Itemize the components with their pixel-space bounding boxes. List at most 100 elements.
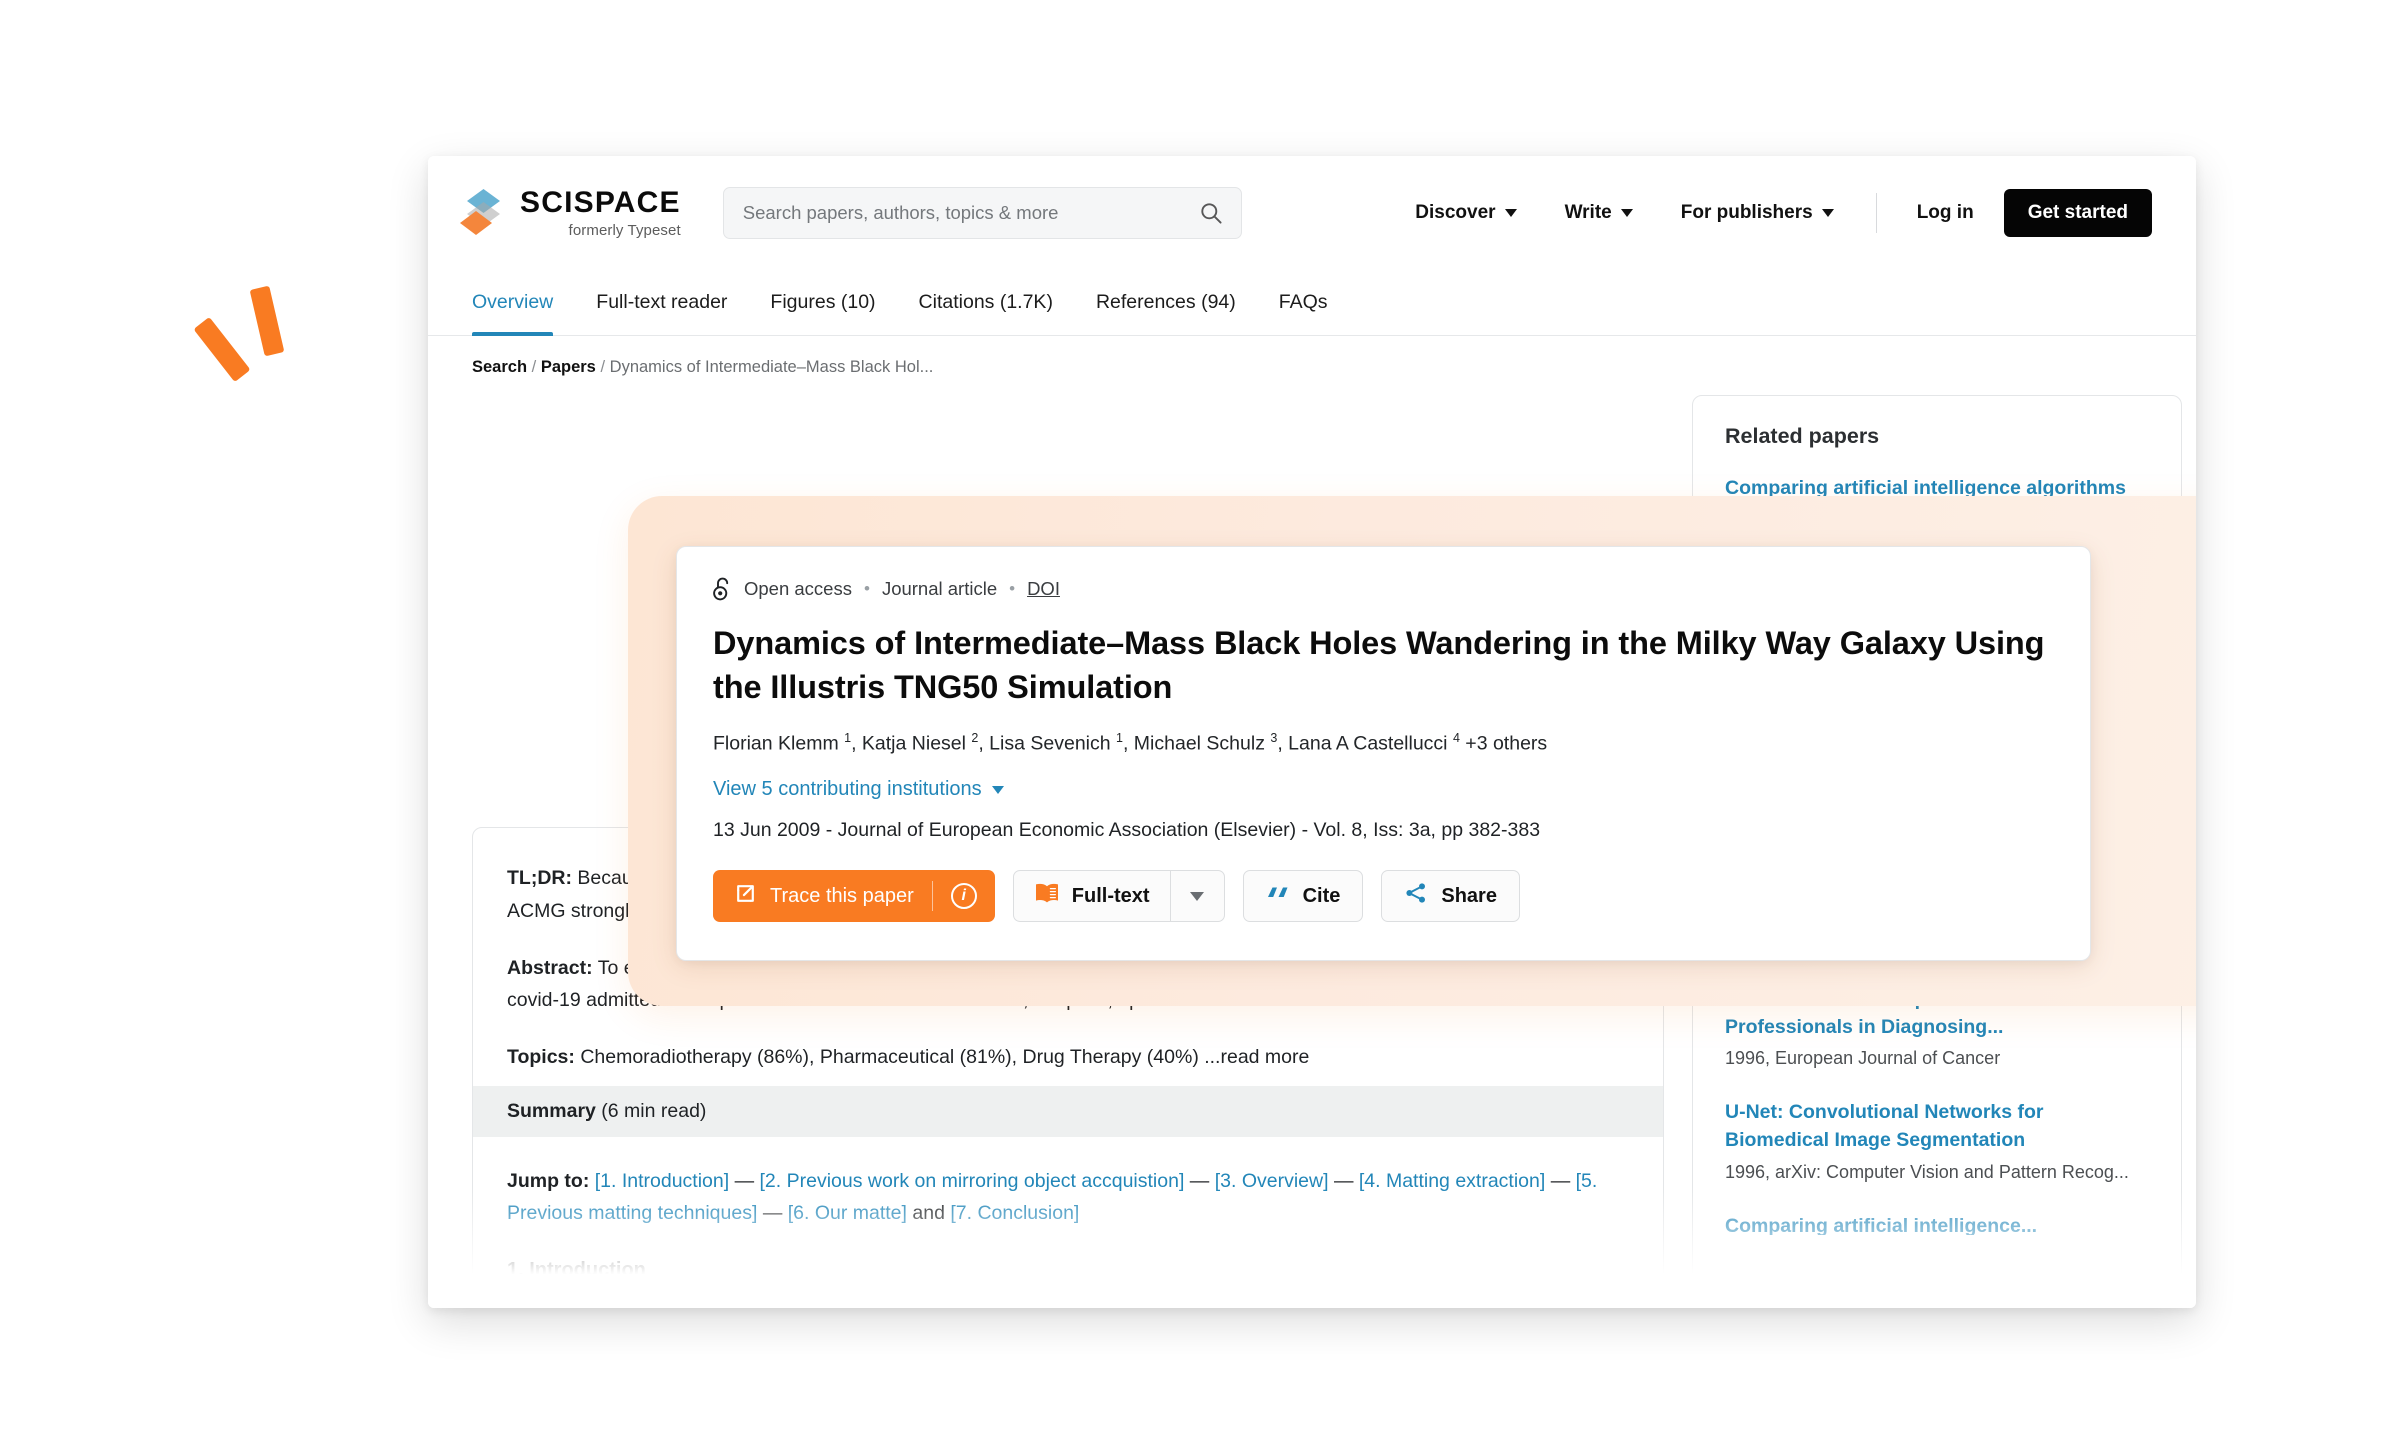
trace-this-paper-label: Trace this paper (770, 884, 914, 907)
brand-tagline: formerly Typeset (568, 221, 681, 239)
summary-bar: Summary (6 min read) (473, 1085, 1663, 1137)
site-header: SCISPACE formerly Typeset Discover Write (428, 156, 2196, 270)
tldr-label: TL;DR: (507, 867, 572, 889)
jump-link-6[interactable]: [6. Our matte] (788, 1202, 907, 1224)
nav-item-for-publishers[interactable]: For publishers (1657, 192, 1858, 234)
chevron-down-icon (1821, 209, 1834, 217)
related-paper-meta: 1996, European Journal of Cancer (1725, 1048, 2001, 1069)
nav-divider (1875, 193, 1877, 233)
full-text-label: Full-text (1071, 884, 1150, 907)
breadcrumb-current: Dynamics of Intermediate–Mass Black Hol.… (609, 358, 934, 376)
jump-separator: — (762, 1201, 783, 1224)
decorative-tick-icon (249, 285, 285, 357)
breadcrumb: Search / Papers / Dynamics of Intermedia… (472, 336, 2152, 395)
section-heading-introduction: 1. Introduction (507, 1259, 646, 1282)
share-label: Share (1441, 884, 1497, 907)
book-icon (1034, 882, 1060, 910)
paper-header-card-wrapper: Open access • Journal article • DOI Dyna… (676, 546, 2091, 962)
jump-separator: — (1189, 1169, 1210, 1192)
jump-separator: — (1333, 1169, 1354, 1192)
brand-name: SCISPACE (520, 186, 681, 219)
tab-full-text-reader[interactable]: Full-text reader (596, 270, 727, 335)
jump-to-label: Jump to: (507, 1169, 590, 1192)
nav-item-discover[interactable]: Discover (1391, 192, 1540, 234)
nav-item-write[interactable]: Write (1541, 192, 1657, 234)
related-paper-item[interactable]: Comparing artificial intelligence... (1725, 1213, 2149, 1235)
chevron-down-icon (1504, 209, 1517, 217)
jump-separator: — (734, 1169, 755, 1192)
tab-faqs[interactable]: FAQs (1279, 270, 1328, 335)
nav-item-label: Discover (1415, 202, 1496, 223)
main-nav: Discover Write For publishers Log in Get… (1391, 189, 2152, 237)
summary-read-time: (6 min read) (601, 1099, 707, 1122)
tab-references[interactable]: References (94) (1096, 270, 1236, 335)
related-papers-heading: Related papers (1725, 424, 1880, 448)
author-list: Florian Klemm 1, Katja Niesel 2, Lisa Se… (713, 731, 1548, 755)
search-input[interactable] (742, 202, 1200, 224)
breadcrumb-root[interactable]: Search (472, 358, 527, 376)
chevron-down-icon (991, 785, 1004, 794)
search-bar[interactable] (722, 187, 1242, 239)
jump-link-4[interactable]: [4. Matting extraction] (1359, 1170, 1545, 1192)
tab-figures[interactable]: Figures (10) (770, 270, 875, 335)
view-institutions-toggle[interactable]: View 5 contributing institutions (713, 778, 1004, 801)
paper-header-card: Open access • Journal article • DOI Dyna… (676, 546, 2091, 962)
trace-this-paper-button[interactable]: Trace this paper i (713, 870, 995, 923)
tab-citations[interactable]: Citations (1.7K) (919, 270, 1053, 335)
summary-label: Summary (507, 1099, 596, 1122)
cite-button[interactable]: Cite (1242, 870, 1364, 923)
search-icon[interactable] (1200, 202, 1222, 224)
decorative-tick-icon (193, 316, 251, 383)
chevron-down-icon (1190, 891, 1205, 901)
topics-label: Topics: (507, 1046, 575, 1068)
jump-link-7[interactable]: [7. Conclusion] (950, 1202, 1079, 1224)
button-divider (931, 881, 933, 912)
page-title: Dynamics of Intermediate–Mass Black Hole… (713, 625, 2045, 706)
jump-link-1[interactable]: [1. Introduction] (595, 1170, 729, 1192)
breadcrumb-section[interactable]: Papers (541, 358, 596, 376)
full-text-dropdown-toggle[interactable] (1169, 871, 1224, 922)
jump-to-links: Jump to: [1. Introduction] — [2. Previou… (507, 1165, 1629, 1229)
publication-info: 13 Jun 2009 - Journal of European Econom… (713, 819, 1541, 842)
jump-link-3[interactable]: [3. Overview] (1215, 1170, 1329, 1192)
tab-overview[interactable]: Overview (472, 270, 554, 336)
jump-conjunction: and (912, 1201, 945, 1224)
cite-label: Cite (1302, 884, 1341, 907)
browser-window: SCISPACE formerly Typeset Discover Write (428, 156, 2196, 1308)
login-button[interactable]: Log in (1895, 192, 1996, 234)
topics-paragraph: Topics: Chemoradiotherapy (86%), Pharmac… (507, 1041, 1629, 1074)
breadcrumb-separator: / (600, 358, 606, 376)
share-icon (1404, 881, 1428, 911)
related-paper-title[interactable]: U-Net: Convolutional Networks for Biomed… (1725, 1099, 2149, 1154)
get-started-button[interactable]: Get started (2003, 189, 2152, 237)
paper-tabs: Overview Full-text reader Figures (10) C… (428, 270, 2196, 336)
related-paper-item[interactable]: U-Net: Convolutional Networks for Biomed… (1725, 1099, 2149, 1182)
jump-separator: — (1550, 1169, 1571, 1192)
open-access-icon (713, 577, 732, 601)
topics-text: Chemoradiotherapy (86%), Pharmaceutical … (580, 1046, 1310, 1068)
doi-link[interactable]: DOI (1027, 578, 1060, 600)
jump-link-2[interactable]: [2. Previous work on mirroring object ac… (760, 1170, 1185, 1192)
info-icon[interactable]: i (950, 883, 977, 910)
related-paper-meta: 1996, arXiv: Computer Vision and Pattern… (1725, 1161, 2129, 1182)
meta-separator-dot: • (1009, 579, 1016, 598)
brand-logo[interactable]: SCISPACE formerly Typeset (460, 187, 681, 239)
abstract-label: Abstract: (507, 956, 593, 979)
meta-separator-dot: • (863, 579, 870, 598)
share-button[interactable]: Share (1381, 870, 1520, 923)
nav-item-label: For publishers (1680, 202, 1813, 223)
open-access-label: Open access (744, 578, 852, 599)
external-link-icon (733, 881, 758, 912)
chevron-down-icon (1620, 209, 1633, 217)
quote-icon (1266, 883, 1290, 909)
paper-actions: Trace this paper i Full-text Cite Share (713, 870, 2054, 923)
paper-type-label: Journal article (881, 578, 998, 599)
scispace-logo-icon (460, 189, 507, 239)
breadcrumb-separator: / (531, 358, 537, 376)
full-text-button-group: Full-text (1012, 870, 1225, 923)
view-institutions-label: View 5 contributing institutions (713, 778, 982, 801)
full-text-button[interactable]: Full-text (1014, 871, 1170, 921)
nav-item-label: Write (1564, 202, 1612, 223)
paper-meta-row: Open access • Journal article • DOI (713, 577, 2054, 601)
related-paper-title[interactable]: Comparing artificial intelligence... (1725, 1213, 2149, 1235)
